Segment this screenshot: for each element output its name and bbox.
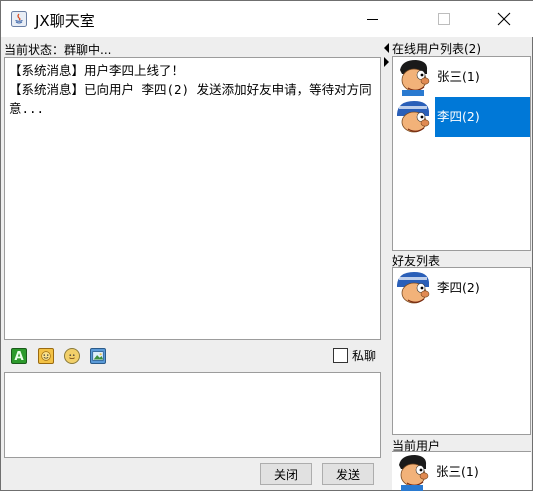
private-chat-label: 私聊 [352, 349, 377, 363]
user-name: 张三(1) [437, 69, 480, 84]
maximize-icon [438, 13, 450, 25]
emoji-icon[interactable] [38, 348, 54, 364]
close-icon [497, 12, 511, 26]
chat-window: JX聊天室 当前状态：群聊中... 【系统消息】用户李四上线了！ 【系统消息】已… [0, 0, 533, 491]
user-avatar-icon [399, 455, 429, 491]
online-users-title: 在线用户列表(2) [392, 42, 481, 56]
online-users-list[interactable]: 张三(1) 李四(2) [392, 56, 531, 251]
user-avatar-icon [397, 272, 430, 304]
window-title: JX聊天室 [35, 12, 95, 30]
maximize-button[interactable] [421, 1, 467, 37]
close-window-button[interactable] [481, 1, 527, 37]
user-avatar-icon [397, 101, 430, 133]
chat-history[interactable]: 【系统消息】用户李四上线了！ 【系统消息】已向用户 李四(2) 发送添加好友申请… [4, 57, 381, 340]
chat-message: 【系统消息】用户李四上线了！ [9, 63, 185, 78]
user-name: 李四(2) [435, 97, 530, 137]
user-name: 李四(2) [437, 280, 480, 295]
collapse-left-icon[interactable] [384, 43, 389, 53]
list-item[interactable]: 李四(2) [393, 268, 530, 308]
send-button[interactable]: 发送 [322, 463, 374, 485]
current-user-row: 张三(1) [392, 452, 531, 492]
status-text: 当前状态：群聊中... [4, 43, 112, 57]
current-user-panel: 张三(1) [392, 451, 531, 492]
chat-message: 【系统消息】已向用户 李四(2) 发送添加好友申请，等待对方同意... [9, 82, 372, 116]
font-icon[interactable]: A [11, 348, 27, 364]
collapse-right-icon[interactable] [384, 57, 389, 67]
private-chat-checkbox[interactable] [333, 348, 348, 363]
close-button[interactable]: 关闭 [260, 463, 312, 485]
user-avatar-icon [400, 60, 430, 96]
message-toolbar: A 私聊 [4, 341, 381, 371]
shake-icon[interactable] [64, 348, 80, 364]
image-icon[interactable] [90, 348, 106, 364]
list-item[interactable]: 张三(1) [393, 57, 530, 97]
friends-list[interactable]: 李四(2) [392, 267, 531, 435]
title-bar[interactable]: JX聊天室 [1, 1, 533, 37]
message-input[interactable] [4, 372, 381, 458]
private-chat-toggle[interactable]: 私聊 [333, 347, 376, 364]
minimize-button[interactable] [349, 1, 395, 37]
user-name: 张三(1) [436, 464, 479, 479]
minimize-icon [366, 18, 378, 20]
java-app-icon [11, 11, 27, 27]
list-item[interactable]: 李四(2) [393, 97, 530, 137]
